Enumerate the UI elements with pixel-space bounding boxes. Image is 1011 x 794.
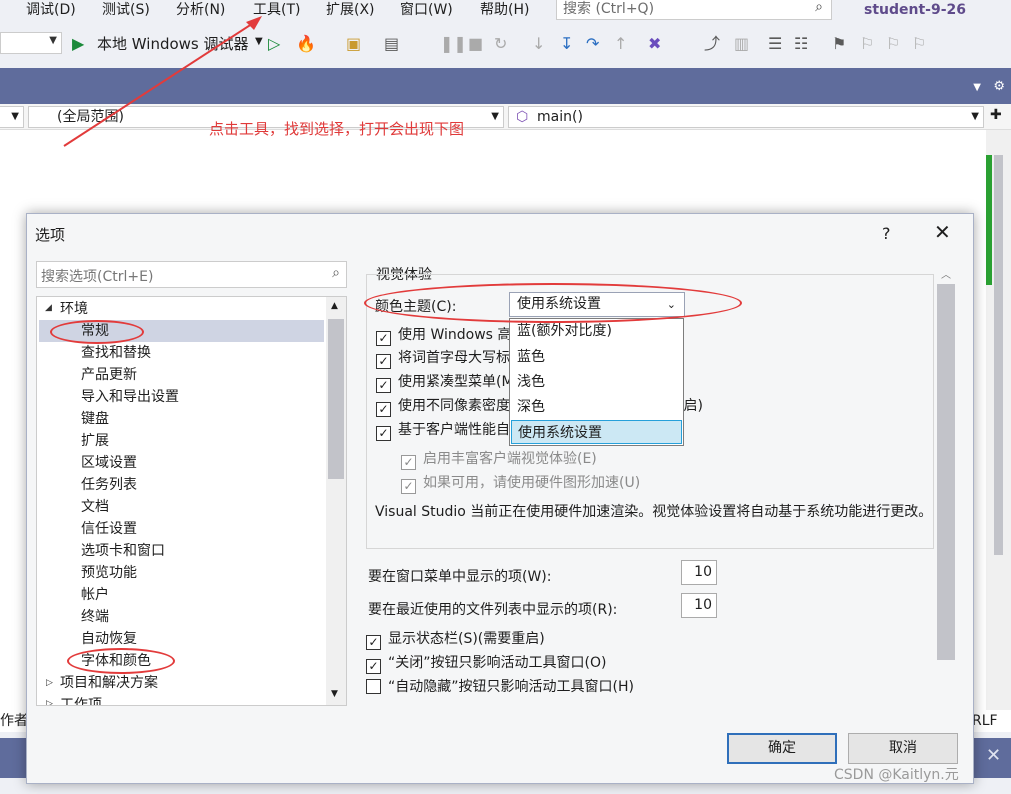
highlight-color-theme <box>364 283 742 323</box>
highlight-fonts-colors <box>67 648 175 674</box>
annotation-arrow <box>63 16 262 147</box>
watermark: CSDN @Kaitlyn.元 <box>834 767 959 783</box>
highlight-general <box>50 320 144 344</box>
